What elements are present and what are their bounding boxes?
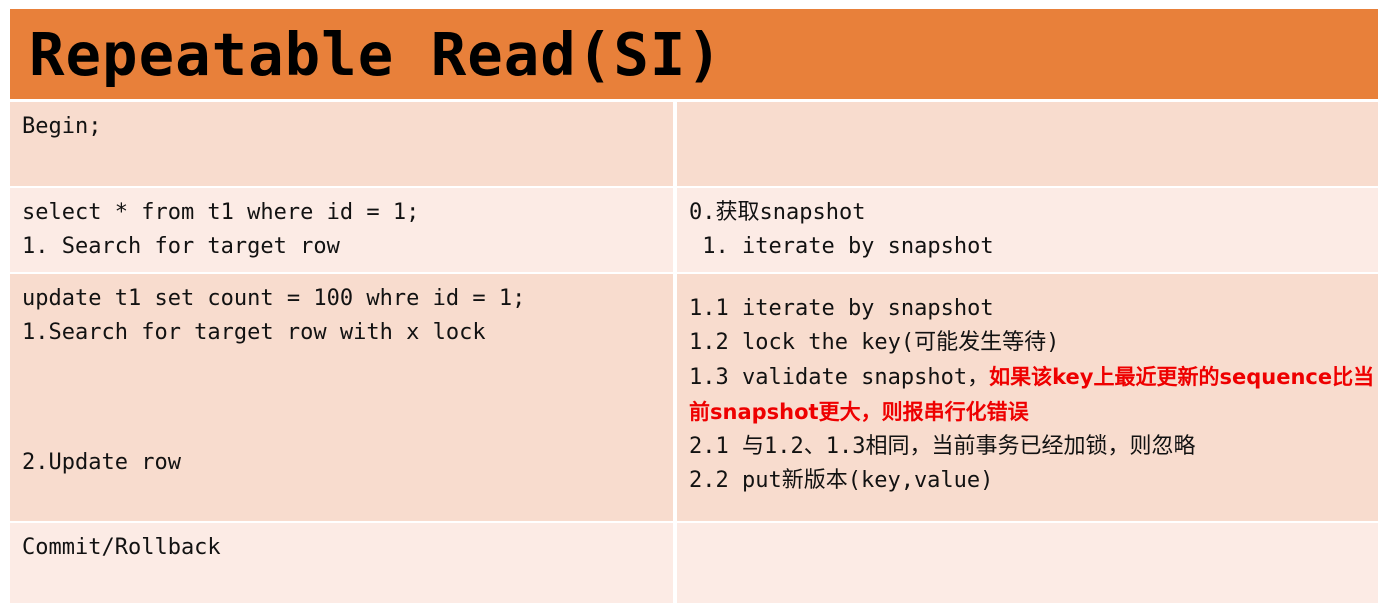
- row-1-right-cell: [677, 102, 1378, 186]
- step-line-text: 1.3 validate snapshot，: [689, 365, 990, 390]
- table-row: update t1 set count = 100 whre id = 1; 1…: [10, 274, 1378, 521]
- sql-statement-line: update t1 set count = 100 whre id = 1;: [22, 286, 526, 311]
- row-4-right-cell: [677, 523, 1378, 603]
- step-line: 1.2 lock the key(可能发生等待): [689, 330, 1060, 355]
- step-line: 2.2 put新版本(key,value): [689, 468, 994, 493]
- step-line: 2.Update row: [22, 450, 181, 475]
- step-line-with-highlight: 1.3 validate snapshot，如果该key上最近更新的sequen…: [689, 360, 1378, 430]
- table-row: select * from t1 where id = 1; 1. Search…: [10, 188, 1378, 272]
- sql-statement-line: Begin;: [22, 114, 102, 139]
- sql-statement-line: select * from t1 where id = 1;: [22, 200, 420, 225]
- slide-root: Repeatable Read(SI) Begin; select * from…: [0, 0, 1389, 615]
- row-3-right-cell: 1.1 iterate by snapshot 1.2 lock the key…: [677, 274, 1378, 521]
- sql-statement-line: Commit/Rollback: [22, 535, 221, 560]
- step-line: 1.1 iterate by snapshot: [689, 296, 994, 321]
- page-title: Repeatable Read(SI): [29, 19, 723, 89]
- step-line: 2.1 与1.2、1.3相同，当前事务已经加锁，则忽略: [689, 434, 1196, 459]
- step-line: 1.Search for target row with x lock: [22, 320, 486, 345]
- row-4-left-cell: Commit/Rollback: [10, 523, 673, 603]
- slide-title-bar: Repeatable Read(SI): [10, 9, 1378, 99]
- step-line: 1. Search for target row: [22, 234, 340, 259]
- row-3-left-cell: update t1 set count = 100 whre id = 1; 1…: [10, 274, 673, 521]
- step-line: 0.获取snapshot: [689, 200, 866, 225]
- row-2-left-cell: select * from t1 where id = 1; 1. Search…: [10, 188, 673, 272]
- row-2-right-cell: 0.获取snapshot 1. iterate by snapshot: [677, 188, 1378, 272]
- transaction-steps-table: Begin; select * from t1 where id = 1; 1.…: [10, 102, 1378, 603]
- row-1-left-cell: Begin;: [10, 102, 673, 186]
- step-line: 1. iterate by snapshot: [689, 234, 994, 259]
- table-row: Begin;: [10, 102, 1378, 186]
- table-row: Commit/Rollback: [10, 523, 1378, 603]
